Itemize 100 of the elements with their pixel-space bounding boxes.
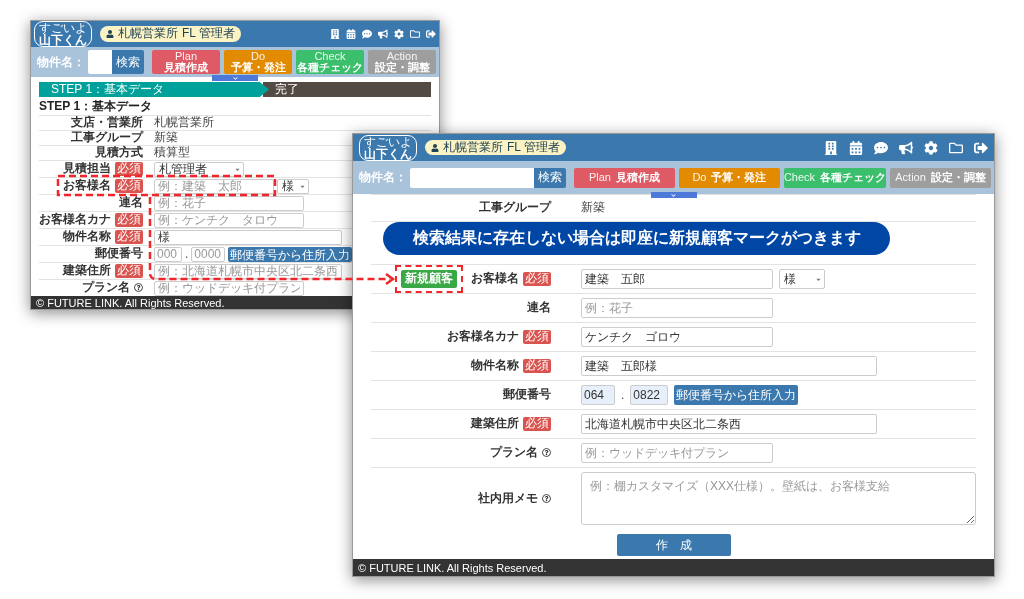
- phase-button[interactable]: Do 予算・発注: [224, 50, 292, 74]
- dropdown[interactable]: 様: [779, 269, 825, 289]
- user-icon: [106, 30, 114, 38]
- phase-button[interactable]: Plan 見積作成: [152, 50, 220, 74]
- required-badge: 必須: [115, 162, 143, 176]
- callout-banner: 検索結果に存在しない場合は即座に新規顧客マークがつきます: [383, 222, 890, 255]
- required-badge: 必須: [523, 359, 551, 373]
- section-heading: STEP 1：基本データ: [39, 99, 154, 113]
- office-name: 札幌営業所: [118, 26, 178, 42]
- folder-icon[interactable]: [949, 140, 963, 155]
- separator-text: .: [621, 388, 625, 402]
- chevron-icon: [232, 75, 238, 81]
- search-field[interactable]: [88, 50, 112, 74]
- field-label: 物件名称: [471, 359, 519, 373]
- field-label: 連名: [527, 301, 551, 315]
- input-field[interactable]: 北海道札幌市中央区北二条西: [581, 414, 877, 434]
- user-role: FL 管理者: [182, 26, 235, 42]
- chevron-icon: [671, 192, 676, 198]
- field-label: 郵便番号: [503, 388, 551, 402]
- field-value: 新築: [581, 201, 605, 215]
- megaphone-icon[interactable]: [378, 29, 388, 39]
- required-badge: 必須: [115, 179, 143, 193]
- address-lookup-button[interactable]: 郵便番号から住所入力: [674, 385, 799, 405]
- required-badge: 必須: [115, 264, 143, 278]
- search-button[interactable]: 検索: [534, 167, 566, 188]
- create-button[interactable]: 作 成: [616, 534, 731, 556]
- field-label: 連名: [119, 196, 143, 210]
- megaphone-icon[interactable]: [899, 140, 913, 155]
- field-label: 工事グループ: [71, 131, 143, 145]
- field-label: お客様名カナ: [39, 213, 111, 227]
- postal-code-field[interactable]: 0000: [191, 246, 226, 262]
- input-field[interactable]: 建築 五郎: [581, 269, 773, 289]
- address-lookup-button[interactable]: 郵便番号から住所入力: [228, 246, 353, 262]
- field-value: 札幌営業所: [154, 116, 214, 130]
- field-label: 郵便番号: [95, 247, 143, 261]
- expand-tab[interactable]: [650, 192, 697, 198]
- dropdown[interactable]: 様: [277, 178, 309, 194]
- field-label: お客様名: [63, 179, 111, 193]
- input-field[interactable]: 例：ケンチク タロウ: [154, 212, 304, 228]
- search-label: 物件名：: [359, 169, 407, 186]
- field-label: 物件名称: [63, 230, 111, 244]
- required-badge: 必須: [523, 272, 551, 286]
- dropdown[interactable]: 札管理者: [154, 161, 244, 177]
- input-field[interactable]: ケンチク ゴロウ: [581, 327, 773, 347]
- step-indicator: STEP 1：基本データ: [39, 82, 269, 97]
- search-field[interactable]: [410, 167, 534, 188]
- calendar-icon[interactable]: [346, 29, 356, 39]
- settings-icon[interactable]: [924, 140, 938, 155]
- field-label: 建築住所: [471, 417, 519, 431]
- required-badge: 必須: [115, 213, 143, 227]
- field-label: 社内用メモ: [478, 491, 538, 506]
- field-label: 支店・営業所: [71, 116, 143, 130]
- logout-icon[interactable]: [974, 140, 988, 155]
- postal-code-field[interactable]: 064: [581, 385, 615, 405]
- phase-button[interactable]: Action 設定・調整: [368, 50, 436, 74]
- phase-button[interactable]: Plan 見積作成: [574, 167, 675, 188]
- input-field[interactable]: 様: [154, 229, 342, 245]
- input-field[interactable]: 建築 五郎様: [581, 356, 877, 376]
- input-field[interactable]: 例：建築 太郎: [154, 178, 274, 194]
- chat-icon[interactable]: [362, 29, 372, 39]
- memo-field[interactable]: 例：棚カスタマイズ（XXX仕様）。壁紙は、お客様支給: [581, 472, 976, 525]
- phase-button[interactable]: Check 各種チェック: [783, 167, 887, 188]
- separator-text: .: [185, 247, 189, 261]
- calendar-icon[interactable]: [849, 140, 863, 155]
- search-label: 物件名：: [37, 53, 85, 71]
- field-value: 積算型: [154, 146, 190, 160]
- building-icon[interactable]: [824, 140, 838, 155]
- logout-icon[interactable]: [426, 29, 436, 39]
- phase-button[interactable]: Action 設定・調整: [890, 167, 991, 188]
- field-value: 新築: [154, 131, 178, 145]
- office-name: 札幌営業所: [443, 139, 503, 156]
- footer: © FUTURE LINK. All Rights Reserved.: [353, 559, 994, 576]
- phase-button[interactable]: Check 各種チェック: [296, 50, 364, 74]
- field-label: 建築住所: [63, 264, 111, 278]
- postal-code-field[interactable]: 000: [154, 246, 182, 262]
- field-label: 見積担当: [63, 162, 111, 176]
- phase-button[interactable]: Do 予算・発注: [678, 167, 780, 188]
- search-button[interactable]: 検索: [112, 50, 144, 74]
- input-field[interactable]: 例：ウッドデッキ付プラン: [154, 280, 304, 296]
- chat-icon[interactable]: [874, 140, 888, 155]
- required-badge: 必須: [523, 417, 551, 431]
- field-label: お客様名カナ: [447, 330, 519, 344]
- folder-icon[interactable]: [410, 29, 420, 39]
- building-icon[interactable]: [330, 29, 340, 39]
- input-field[interactable]: 例：花子: [154, 195, 304, 211]
- input-field[interactable]: 例：ウッドデッキ付プラン: [581, 443, 773, 463]
- settings-icon[interactable]: [394, 29, 404, 39]
- required-badge: 必須: [115, 230, 143, 244]
- new-customer-badge: 新規顧客: [401, 270, 457, 288]
- input-field[interactable]: 例：北海道札幌市中央区北二条西: [154, 263, 342, 279]
- step-indicator: 完了: [263, 82, 431, 97]
- postal-code-field[interactable]: 0822: [630, 385, 669, 405]
- required-badge: 必須: [523, 330, 551, 344]
- field-label: プラン名: [82, 281, 130, 295]
- field-label: お客様名: [471, 272, 519, 286]
- user-icon: [431, 143, 439, 152]
- field-label: 工事グループ: [479, 201, 551, 215]
- field-label: 見積方式: [95, 146, 143, 160]
- user-role: FL 管理者: [507, 139, 560, 156]
- input-field[interactable]: 例：花子: [581, 298, 773, 318]
